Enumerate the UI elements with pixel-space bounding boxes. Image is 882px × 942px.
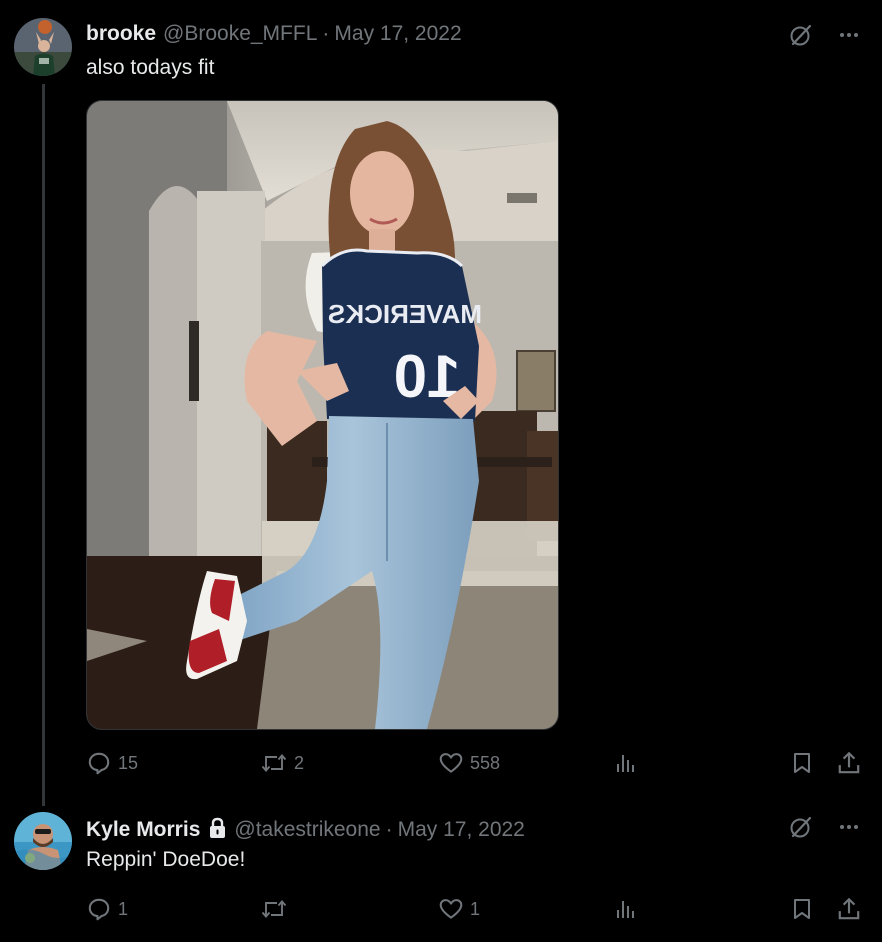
avatar-image [14,812,72,870]
tweet-text: Reppin' DoeDoe! [86,848,246,871]
lock-icon [208,817,227,839]
grok-icon[interactable] [788,814,814,840]
like-icon [439,753,463,773]
post-date[interactable]: May 17, 2022 [334,21,461,47]
share-button[interactable] [836,748,862,778]
repost-count: 2 [294,752,305,773]
reply-icon [88,898,110,921]
repost-icon [261,900,287,918]
repost-button[interactable] [260,894,294,924]
more-icon[interactable] [836,814,862,840]
repost-button[interactable]: 2 [260,748,304,778]
photo-image: MAVERICKS 10 [87,101,558,729]
tweet-action-bar: 1 1 [86,894,866,924]
bookmark-button[interactable] [790,748,814,778]
thread-connector-line [42,84,45,806]
like-count: 558 [470,752,501,773]
views-icon [617,755,634,772]
views-icon [617,901,634,918]
reply-button[interactable]: 1 [86,894,128,924]
views-button[interactable] [614,748,644,778]
like-icon [439,899,463,919]
avatar-image [14,18,72,76]
avatar[interactable] [14,812,72,870]
svg-text:MAVERICKS: MAVERICKS [328,299,482,329]
tweet-top-actions [788,22,862,48]
repost-icon [261,754,287,772]
tweet-top-actions [788,814,862,840]
tweet-text: also todays fit [86,56,215,79]
views-button[interactable] [614,894,644,924]
tweet-header: brooke @Brooke_MFFL · May 17, 2022 [86,21,462,47]
share-icon [838,897,860,920]
tweet-thread: brooke @Brooke_MFFL · May 17, 2022 also … [0,0,882,942]
share-icon [838,751,860,774]
like-count: 1 [470,898,481,919]
author-handle[interactable]: @takestrikeone [234,817,380,843]
tweet-post[interactable]: Kyle Morris @takestrikeone · May 17, 202… [0,800,882,942]
author-display-name[interactable]: brooke [86,21,156,47]
like-button[interactable]: 1 [438,894,480,924]
reply-count: 1 [118,898,129,919]
bookmark-button[interactable] [790,894,814,924]
header-separator: · [385,818,393,841]
reply-icon [88,752,110,775]
bookmark-icon [794,753,810,773]
tweet-action-bar: 15 2 558 [86,748,866,778]
more-icon[interactable] [836,22,862,48]
grok-icon[interactable] [788,22,814,48]
author-display-name[interactable]: Kyle Morris [86,817,200,843]
like-button[interactable]: 558 [438,748,500,778]
reply-count: 15 [118,752,139,773]
avatar[interactable] [14,18,72,76]
author-handle[interactable]: @Brooke_MFFL [163,21,317,47]
share-button[interactable] [836,894,862,924]
bookmark-icon [794,899,810,919]
post-date[interactable]: May 17, 2022 [398,817,525,843]
tweet-media-photo[interactable]: MAVERICKS 10 [86,100,559,730]
reply-button[interactable]: 15 [86,748,138,778]
header-separator: · [322,22,330,45]
tweet-header: Kyle Morris @takestrikeone · May 17, 202… [86,814,525,843]
tweet-post[interactable]: brooke @Brooke_MFFL · May 17, 2022 also … [0,0,882,806]
